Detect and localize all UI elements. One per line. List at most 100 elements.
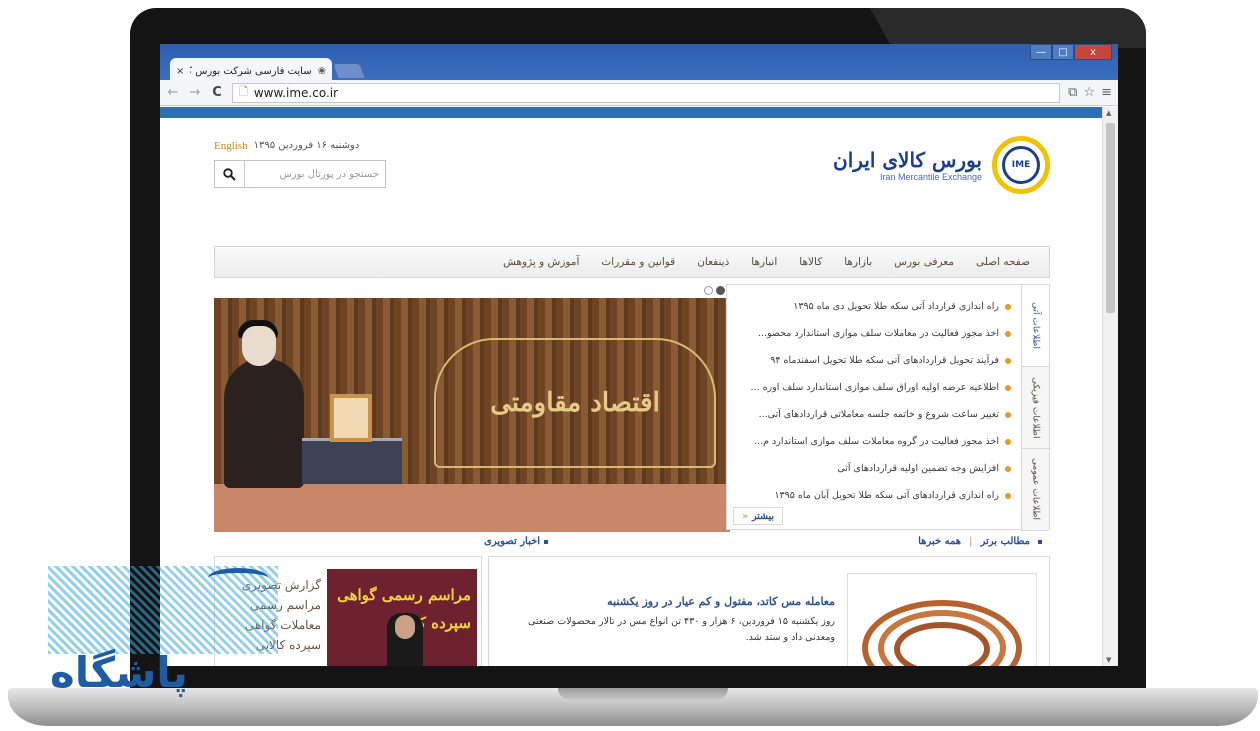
more-button[interactable]: بیشتر « [733,507,784,525]
main-nav: صفحه اصلی معرفی بورس بازارها کالاها انبا… [214,246,1050,278]
english-link[interactable]: English [214,140,248,152]
slider-pagination [704,286,725,295]
scroll-down-icon[interactable]: ▼ [1106,656,1111,664]
header-tools: English دوشنبه ۱۶ فروردین ۱۳۹۵ [214,140,386,188]
banner-text: اقتصاد مقاومتی [490,388,660,418]
list-item[interactable]: اطلاعیه عرضه اولیه اوراق سلف موازی استان… [733,374,1011,401]
bullet-icon [1005,357,1011,364]
news-item-text: فرآیند تحویل قراردادهای آتی سکه طلا تحوی… [770,355,999,366]
scroll-thumb[interactable] [1106,123,1115,313]
photo-news-header: اخبار تصویری [484,536,549,547]
forward-icon[interactable]: → [188,85,202,100]
news-item-text: افزایش وجه تضمین اولیه قراردادهای آتی [837,463,999,474]
url-text: www.ime.co.ir [253,85,339,100]
news-item-text: تغییر ساعت شروع و خاتمه جلسه معاملاتی قر… [758,409,999,420]
search-input[interactable] [245,161,385,187]
tab-futures-info[interactable]: اطلاعات آتی [1022,285,1049,367]
tab-general-info[interactable]: اطلاعات عمومی [1022,449,1049,531]
bookmark-star-icon[interactable]: ☆ [1083,85,1095,100]
new-tab-button[interactable] [333,64,365,78]
news-item-text: اخذ مجوز فعالیت در معاملات سلف موازی است… [757,328,999,339]
laptop-notch [558,688,728,700]
nav-item-education[interactable]: آموزش و پژوهش [492,256,590,268]
translate-icon[interactable]: ⧉ [1068,85,1077,100]
list-item[interactable]: فرآیند تحویل قراردادهای آتی سکه طلا تحوی… [733,347,1011,374]
photo-news-image[interactable]: مراسم رسمی گواهی سپرده کالای [327,569,477,666]
watermark-text: پاشگاه [50,648,189,697]
news-item-text: اطلاعیه عرضه اولیه اوراق سلف موازی استان… [750,382,1000,393]
site-logo[interactable]: IME بورس کالای ایران Iran Mercantile Exc… [833,136,1050,194]
copper-wire-image[interactable] [847,573,1037,666]
bullet-icon [1005,330,1011,337]
browser-window: ❀ سایت فارسی شرکت بورس کالای × — □ x ← →… [160,44,1118,666]
page-header-stripe [160,107,1102,118]
photo-news-title[interactable]: اخبار تصویری [484,536,540,547]
speaker-head [395,615,415,639]
featured-news-card[interactable]: معامله مس کاتد، مفتول و کم عیار در روز ی… [488,556,1050,666]
featured-header: مطالب برتر | همه خبرها [918,536,1042,547]
tab-close-icon[interactable]: × [176,66,184,77]
lid-glare [870,8,1146,48]
back-icon[interactable]: ← [166,85,180,100]
nav-item-warehouses[interactable]: انبارها [740,256,788,268]
nav-item-about[interactable]: معرفی بورس [883,256,965,268]
window-controls: — □ x [1030,44,1112,60]
date-line: English دوشنبه ۱۶ فروردین ۱۳۹۵ [214,140,386,152]
favicon-icon: ❀ [317,65,326,77]
tab-physical-info[interactable]: اطلاعات فیزیکی [1022,367,1049,449]
list-item[interactable]: راه اندازی قراردادهای آتی سکه طلا تحویل … [733,482,1011,509]
logo-text: بورس کالای ایران Iran Mercantile Exchang… [833,148,982,182]
scroll-up-icon[interactable]: ▲ [1106,109,1111,117]
news-item-text: راه اندازی قراردادهای آتی سکه طلا تحویل … [774,490,999,501]
nav-item-commodities[interactable]: کالاها [788,256,833,268]
vertical-scrollbar[interactable]: ▲ ▼ [1102,107,1118,666]
search-box [214,160,386,188]
slider-floor [214,484,730,532]
nav-item-home[interactable]: صفحه اصلی [965,256,1041,268]
news-list: راه اندازی قرارداد آتی سکه طلا تحویل دی … [733,293,1011,509]
featured-news-body: معامله مس کاتد، مفتول و کم عیار در روز ی… [505,595,835,646]
slider-dot-active[interactable] [716,286,725,295]
nav-item-markets[interactable]: بازارها [833,256,883,268]
web-page: IME بورس کالای ایران Iran Mercantile Exc… [214,118,1050,666]
maximize-button[interactable]: □ [1052,44,1074,60]
reload-icon[interactable]: C [210,85,224,100]
news-tabs: اطلاعات آتی اطلاعات فیزیکی اطلاعات عمومی [1021,285,1049,531]
news-item-text: اخذ مجوز فعالیت در گروه معاملات سلف مواز… [754,436,999,447]
slider-dot[interactable] [704,286,713,295]
list-item[interactable]: افزایش وجه تضمین اولیه قراردادهای آتی [733,455,1011,482]
bullet-icon [1005,411,1011,418]
browser-titlebar: ❀ سایت فارسی شرکت بورس کالای × — □ x [160,44,1118,80]
figure-head [242,326,276,366]
section-headers: مطالب برتر | همه خبرها اخبار تصویری [214,536,1050,552]
search-button[interactable] [215,161,245,187]
bullet-icon [1005,384,1011,391]
logo-title-en: Iran Mercantile Exchange [879,172,982,182]
list-item[interactable]: اخذ مجوز فعالیت در گروه معاملات سلف مواز… [733,428,1011,455]
minimize-button[interactable]: — [1030,44,1052,60]
browser-tab[interactable]: ❀ سایت فارسی شرکت بورس کالای × [170,58,332,80]
nav-item-regulations[interactable]: قوانین و مقررات [590,256,686,268]
news-panel: اطلاعات آتی اطلاعات فیزیکی اطلاعات عمومی… [726,284,1050,531]
toolbar-icons: ⧉ ☆ ≡ [1068,85,1112,100]
news-item-text: راه اندازی قرارداد آتی سکه طلا تحویل دی … [793,301,999,312]
featured-news-title[interactable]: معامله مس کاتد، مفتول و کم عیار در روز ی… [505,595,835,608]
ime-logo-icon: IME [992,136,1050,194]
separator: | [969,536,973,547]
address-bar[interactable]: 🗋 www.ime.co.ir [232,82,1061,103]
close-window-button[interactable]: x [1074,44,1112,60]
featured-tab[interactable]: مطالب برتر [980,536,1030,547]
hero-slider[interactable]: اقتصاد مقاومتی [214,298,730,532]
list-item[interactable]: راه اندازی قرارداد آتی سکه طلا تحویل دی … [733,293,1011,320]
menu-icon[interactable]: ≡ [1101,85,1112,100]
list-item[interactable]: اخذ مجوز فعالیت در معاملات سلف موازی است… [733,320,1011,347]
more-label: بیشتر [751,510,775,522]
all-news-link[interactable]: همه خبرها [918,536,961,547]
logo-title-fa: بورس کالای ایران [833,148,982,172]
list-item[interactable]: تغییر ساعت شروع و خاتمه جلسه معاملاتی قر… [733,401,1011,428]
figure-body [224,358,304,488]
square-bullet-icon [544,539,549,544]
watermark-swoosh [208,568,268,588]
nav-item-stakeholders[interactable]: ذینفعان [686,256,740,268]
browser-toolbar: ← → C 🗋 www.ime.co.ir ⧉ ☆ ≡ [160,80,1118,106]
